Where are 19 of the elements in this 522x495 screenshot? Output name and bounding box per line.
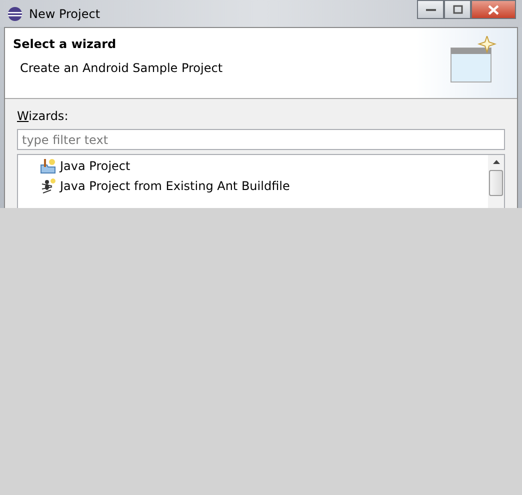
project-icon xyxy=(40,158,56,174)
wizard-description: Create an Android Sample Project xyxy=(19,61,223,75)
filter-field[interactable]: type filter text xyxy=(17,129,505,150)
scroll-thumb[interactable] xyxy=(489,170,503,196)
maximize-button[interactable] xyxy=(444,0,471,19)
wizards-label: Wizards: xyxy=(17,109,70,123)
scrollbar[interactable] xyxy=(488,155,504,208)
scroll-up-icon xyxy=(492,160,500,164)
close-icon xyxy=(488,4,499,14)
tree-item[interactable]: Java Project from Existing Ant Buildfile xyxy=(40,176,487,196)
minimize-button[interactable] xyxy=(417,0,444,19)
tree-item[interactable]: Java Project xyxy=(40,156,487,176)
maximize-icon xyxy=(452,5,462,14)
close-button[interactable] xyxy=(471,0,516,19)
window-title: New Project xyxy=(29,6,100,20)
tree-item-label: Java Project from Existing Ant Buildfile xyxy=(60,179,290,193)
minimize-icon xyxy=(426,8,436,12)
tree-item-label: Java Project xyxy=(60,159,130,173)
wizard-title: Select a wizard xyxy=(13,37,118,51)
